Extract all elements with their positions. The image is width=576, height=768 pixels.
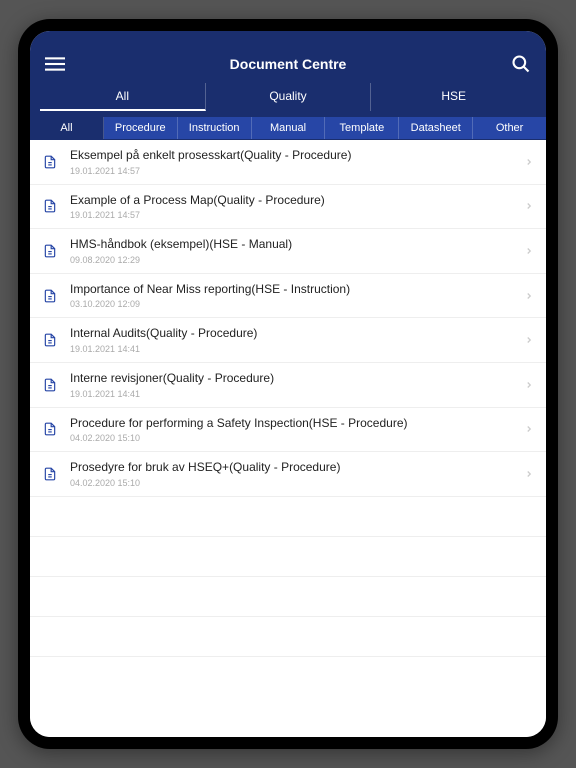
document-icon: [42, 154, 58, 170]
document-list: Eksempel på enkelt prosesskart(Quality -…: [30, 140, 546, 737]
chevron-right-icon: [524, 246, 534, 256]
tablet-frame: Document Centre AllQualityHSE AllProcedu…: [18, 19, 558, 749]
document-date: 19.01.2021 14:41: [70, 389, 516, 399]
row-content: Procedure for performing a Safety Inspec…: [70, 416, 516, 444]
app-header: Document Centre: [30, 45, 546, 83]
secondary-tab-template[interactable]: Template: [325, 117, 399, 139]
document-icon: [42, 198, 58, 214]
document-row[interactable]: Internal Audits(Quality - Procedure) 19.0…: [30, 318, 546, 363]
document-title: Importance of Near Miss reporting(HSE - …: [70, 282, 516, 298]
row-content: Example of a Process Map(Quality - Proce…: [70, 193, 516, 221]
chevron-right-icon: [524, 157, 534, 167]
secondary-tabs: AllProcedureInstructionManualTemplateDat…: [30, 117, 546, 140]
row-content: Importance of Near Miss reporting(HSE - …: [70, 282, 516, 310]
document-title: Internal Audits(Quality - Procedure): [70, 326, 516, 342]
chevron-right-icon: [524, 291, 534, 301]
document-row[interactable]: Interne revisjoner(Quality - Procedure) 1…: [30, 363, 546, 408]
status-bar: [30, 31, 546, 45]
empty-row: [30, 617, 546, 657]
document-title: Procedure for performing a Safety Inspec…: [70, 416, 516, 432]
secondary-tab-instruction[interactable]: Instruction: [178, 117, 252, 139]
secondary-tab-all[interactable]: All: [30, 117, 104, 139]
chevron-right-icon: [524, 380, 534, 390]
secondary-tab-datasheet[interactable]: Datasheet: [399, 117, 473, 139]
empty-row: [30, 497, 546, 537]
document-icon: [42, 332, 58, 348]
row-content: Eksempel på enkelt prosesskart(Quality -…: [70, 148, 516, 176]
chevron-right-icon: [524, 469, 534, 479]
document-icon: [42, 243, 58, 259]
row-content: HMS-håndbok (eksempel)(HSE - Manual) 09.0…: [70, 237, 516, 265]
document-date: 09.08.2020 12:29: [70, 255, 516, 265]
chevron-right-icon: [524, 335, 534, 345]
empty-row: [30, 577, 546, 617]
secondary-tab-manual[interactable]: Manual: [252, 117, 326, 139]
chevron-right-icon: [524, 201, 534, 211]
document-title: HMS-håndbok (eksempel)(HSE - Manual): [70, 237, 516, 253]
secondary-tab-procedure[interactable]: Procedure: [104, 117, 178, 139]
search-icon[interactable]: [510, 53, 532, 75]
document-title: Prosedyre for bruk av HSEQ+(Quality - Pr…: [70, 460, 516, 476]
menu-icon[interactable]: [44, 53, 66, 75]
document-icon: [42, 421, 58, 437]
page-title: Document Centre: [230, 56, 347, 72]
document-row[interactable]: Importance of Near Miss reporting(HSE - …: [30, 274, 546, 319]
document-date: 19.01.2021 14:41: [70, 344, 516, 354]
primary-tab-all[interactable]: All: [40, 83, 206, 111]
document-row[interactable]: Example of a Process Map(Quality - Proce…: [30, 185, 546, 230]
document-title: Example of a Process Map(Quality - Proce…: [70, 193, 516, 209]
chevron-right-icon: [524, 424, 534, 434]
primary-tab-quality[interactable]: Quality: [206, 83, 372, 111]
row-content: Internal Audits(Quality - Procedure) 19.0…: [70, 326, 516, 354]
app-screen: Document Centre AllQualityHSE AllProcedu…: [30, 31, 546, 737]
document-row[interactable]: HMS-håndbok (eksempel)(HSE - Manual) 09.0…: [30, 229, 546, 274]
document-date: 19.01.2021 14:57: [70, 166, 516, 176]
secondary-tab-other[interactable]: Other: [473, 117, 546, 139]
document-icon: [42, 288, 58, 304]
document-date: 04.02.2020 15:10: [70, 478, 516, 488]
document-icon: [42, 377, 58, 393]
primary-tabs: AllQualityHSE: [30, 83, 546, 117]
primary-tab-hse[interactable]: HSE: [371, 83, 536, 111]
document-row[interactable]: Procedure for performing a Safety Inspec…: [30, 408, 546, 453]
document-row[interactable]: Eksempel på enkelt prosesskart(Quality -…: [30, 140, 546, 185]
empty-row: [30, 537, 546, 577]
document-row[interactable]: Prosedyre for bruk av HSEQ+(Quality - Pr…: [30, 452, 546, 497]
row-content: Prosedyre for bruk av HSEQ+(Quality - Pr…: [70, 460, 516, 488]
document-title: Eksempel på enkelt prosesskart(Quality -…: [70, 148, 516, 164]
document-date: 03.10.2020 12:09: [70, 299, 516, 309]
document-date: 04.02.2020 15:10: [70, 433, 516, 443]
document-date: 19.01.2021 14:57: [70, 210, 516, 220]
row-content: Interne revisjoner(Quality - Procedure) 1…: [70, 371, 516, 399]
document-title: Interne revisjoner(Quality - Procedure): [70, 371, 516, 387]
document-icon: [42, 466, 58, 482]
